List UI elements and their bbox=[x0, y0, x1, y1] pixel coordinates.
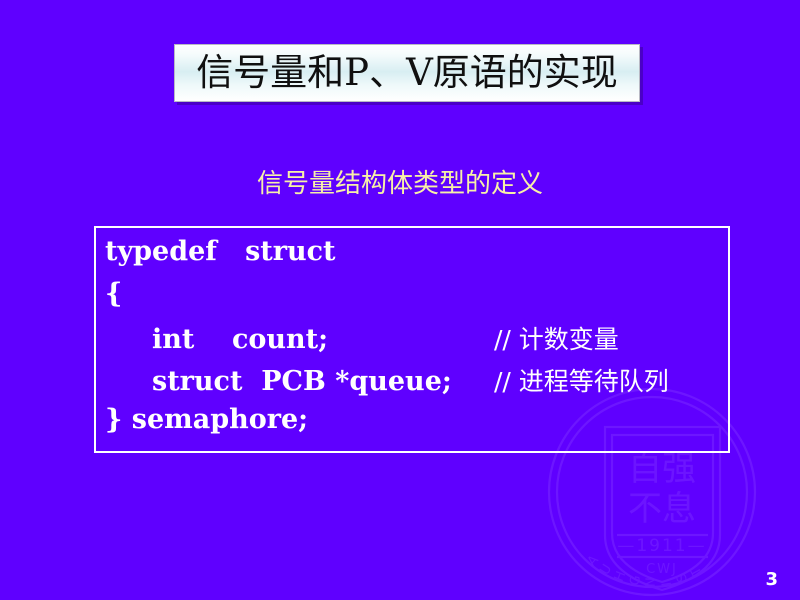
svg-text:G: G bbox=[627, 574, 644, 587]
svg-text:H: H bbox=[612, 569, 630, 584]
svg-text:U: U bbox=[597, 562, 615, 578]
code-comment: // 进程等待队列 bbox=[494, 367, 669, 396]
svg-text:T: T bbox=[688, 564, 705, 579]
code-block: typedef struct { int count; // 计数变量 stru… bbox=[94, 226, 730, 453]
svg-text:S: S bbox=[674, 571, 691, 583]
code-text: { bbox=[105, 278, 123, 309]
code-text: } semaphore; bbox=[105, 404, 309, 435]
page-number: 3 bbox=[765, 569, 778, 590]
svg-text:I: I bbox=[660, 581, 675, 587]
svg-text:A: A bbox=[585, 553, 602, 570]
svg-text:N: N bbox=[644, 577, 659, 587]
svg-text:不息: 不息 bbox=[628, 489, 696, 529]
svg-text:—1911—: —1911— bbox=[617, 536, 706, 556]
code-line: { bbox=[96, 278, 728, 320]
slide-title-box: 信号量和P、V原语的实现 bbox=[174, 44, 640, 102]
svg-text:自强: 自强 bbox=[628, 449, 696, 489]
code-text: struct PCB *queue; bbox=[105, 366, 452, 397]
slide-subtitle: 信号量结构体类型的定义 bbox=[256, 169, 543, 199]
page-title: 信号量和P、V原语的实现 bbox=[196, 50, 618, 94]
svg-text:CWJ: CWJ bbox=[646, 562, 678, 577]
slide-canvas: 自强 不息 —1911— CWJ T S I N G H U A 信号量和P、V… bbox=[0, 0, 800, 600]
code-line: } semaphore; bbox=[96, 404, 728, 446]
code-line: struct PCB *queue; // 进程等待队列 bbox=[96, 362, 728, 404]
code-line: typedef struct bbox=[96, 236, 728, 278]
code-line: int count; // 计数变量 bbox=[96, 320, 728, 362]
code-comment: // 计数变量 bbox=[494, 325, 619, 354]
code-text: typedef struct bbox=[105, 236, 336, 267]
code-text: int count; bbox=[105, 324, 329, 355]
